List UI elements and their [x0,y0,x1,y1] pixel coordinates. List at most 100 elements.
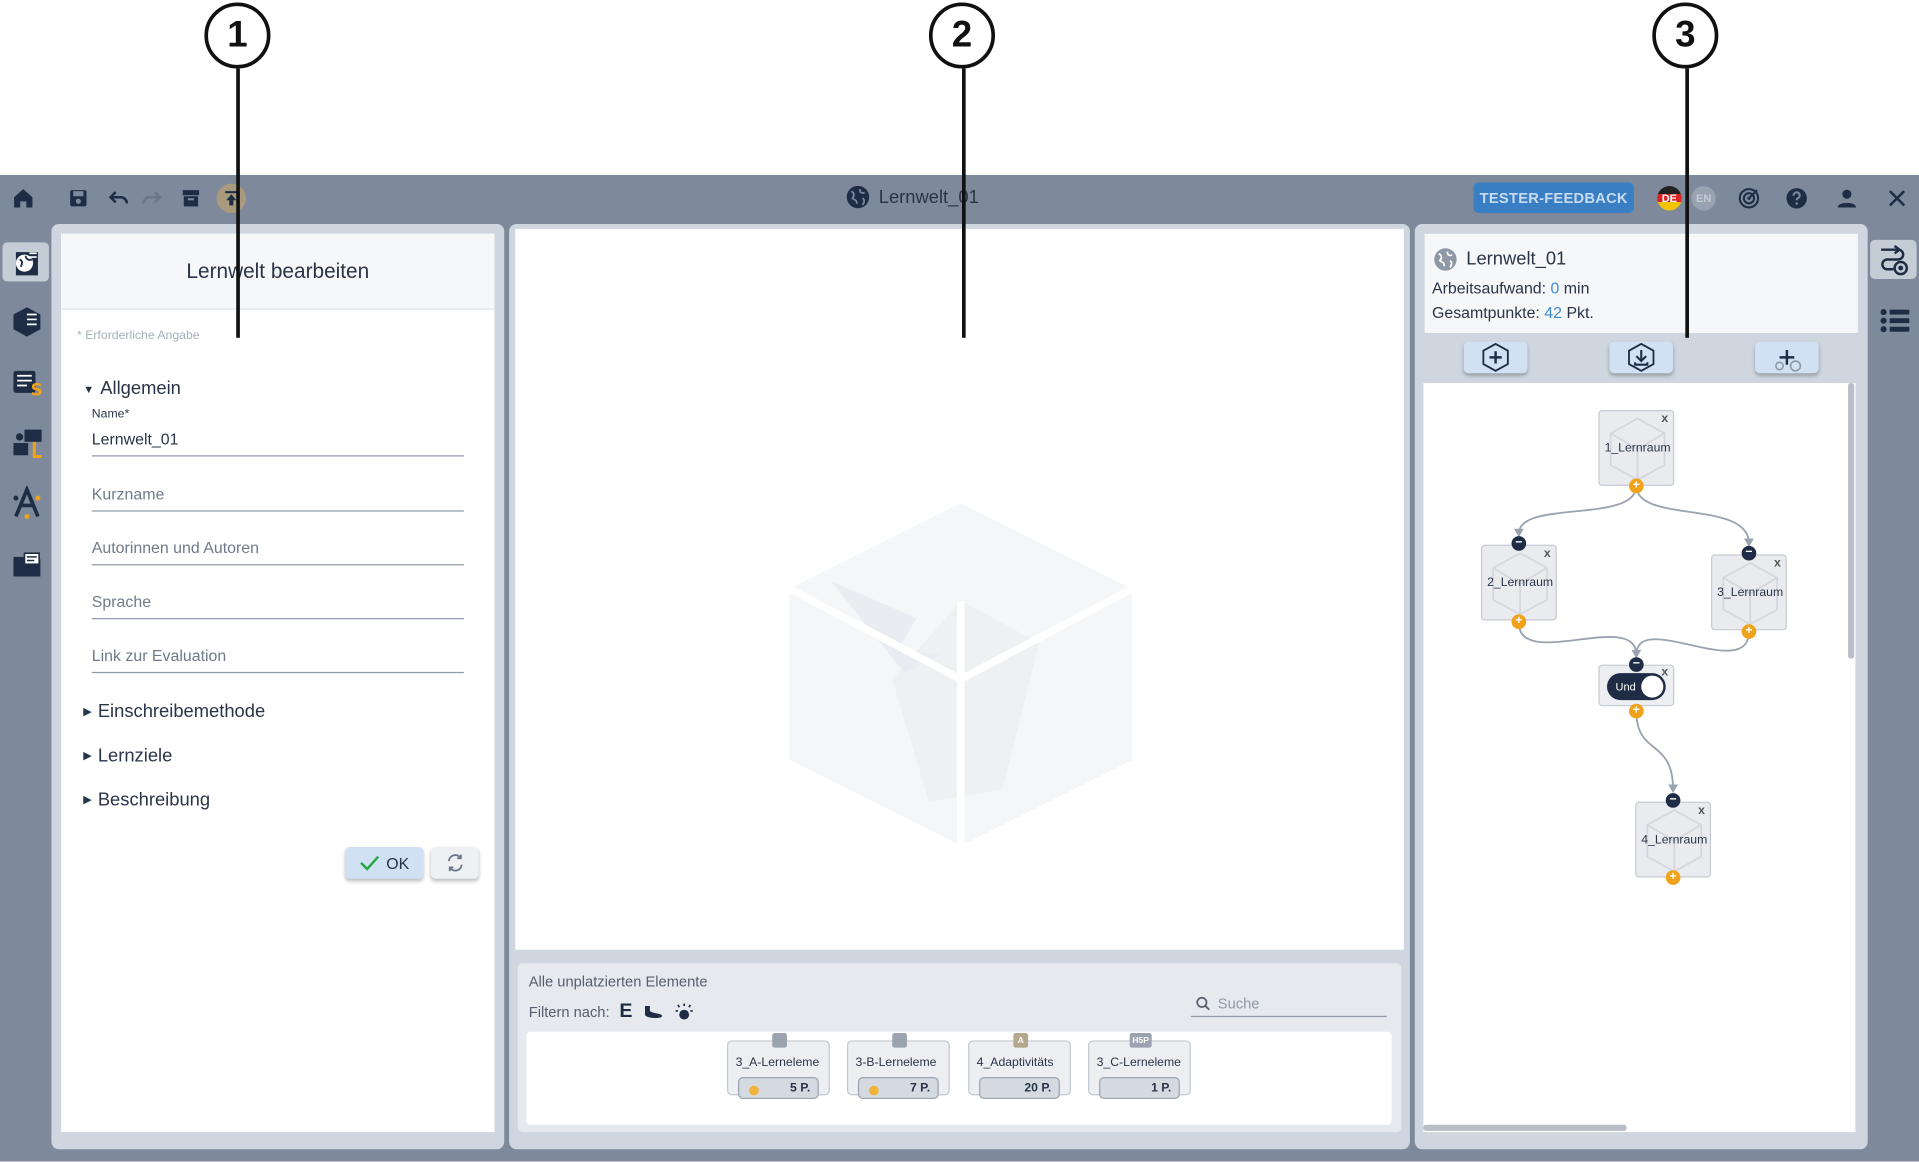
workload-value: 0 [1550,279,1560,298]
space-node-4[interactable]: x 4_Lernraum [1635,801,1712,878]
element-name: 4_Adaptivitäts [976,1056,1054,1070]
search-placeholder: Suche [1217,994,1260,1012]
unplaced-element-card[interactable]: H5P 3_C-Lerneleme 1 P. [1088,1032,1191,1100]
out-port-icon[interactable]: + [1665,870,1681,885]
shortname-field[interactable]: Kurzname [91,477,464,512]
import-space-button[interactable] [1609,341,1674,374]
list-icon[interactable] [1875,301,1914,340]
space-node-label: 3_Lernraum [1717,586,1784,600]
unplaced-element-card[interactable]: A 4_Adaptivitäts 20 P. [968,1032,1071,1100]
help-icon[interactable] [1783,185,1810,212]
undo-icon[interactable] [105,185,132,212]
reset-button[interactable] [430,846,479,879]
section-enrolment-label: Einschreibemethode [97,701,266,723]
remove-node-icon[interactable]: x [1698,804,1705,817]
section-goals[interactable]: ▶ Lernziele [83,745,172,766]
language-en-button[interactable]: EN [1691,186,1716,211]
watermark-logo-icon [787,503,1134,846]
import-icon [1628,342,1655,372]
workload-label: Arbeitsaufwand: [1431,279,1547,298]
language-field[interactable]: Sprache [91,585,464,620]
toggle-knob [1641,675,1664,698]
learning-path-graph[interactable]: x 1_Lernraum + x 2_Lernraum − + x 3_Lern… [1423,383,1856,1133]
filter-element-button[interactable]: E [619,1001,632,1023]
tester-feedback-button[interactable]: TESTER-FEEDBACK [1473,182,1634,213]
learning-path-icon[interactable] [7,423,46,462]
authoring-app: Lernwelt_01 TESTER-FEEDBACK DE EN S Lern… [0,175,1919,1162]
window-title: Lernwelt_01 [844,182,979,211]
add-condition-button[interactable] [1755,341,1819,374]
edit-world-panel: Lernwelt bearbeiten * Erforderliche Anga… [51,223,505,1150]
h5p-icon: H5P [1129,1032,1152,1048]
horizontal-scrollbar[interactable] [1423,1124,1627,1131]
in-port-icon[interactable]: − [1665,793,1681,808]
in-port-icon[interactable]: − [1511,536,1527,551]
out-port-icon[interactable]: + [1629,703,1644,719]
workload-line: Arbeitsaufwand: 0 min [1432,279,1589,297]
name-field[interactable]: Name* Lernwelt_01 [91,408,464,457]
screenshot-stage: 1 2 3 Lernwelt_01 TESTER-FEEDBACK DE EN … [0,0,1919,1162]
out-port-icon[interactable]: + [1511,614,1527,630]
path-settings-icon[interactable] [1870,239,1917,280]
archive-icon[interactable] [177,185,204,212]
ok-button[interactable]: OK [345,846,424,879]
close-icon[interactable] [1884,185,1911,212]
section-enrolment[interactable]: ▶ Einschreibemethode [83,701,265,722]
element-points-value: 5 P. [790,1081,811,1096]
unplaced-element-card[interactable]: 3-B-Lerneleme 7 P. [846,1032,950,1100]
ok-button-label: OK [386,853,410,873]
evaluation-link-field[interactable]: Link zur Evaluation [91,639,464,674]
language-de-button[interactable]: DE [1657,186,1682,211]
in-port-icon[interactable]: − [1741,545,1757,561]
world-canvas[interactable] [515,228,1404,950]
space-node-1[interactable]: x 1_Lernraum [1598,410,1675,486]
element-points-value: 7 P. [909,1081,931,1096]
remove-node-icon[interactable]: x [1544,547,1551,560]
element-points-value: 1 P. [1151,1081,1172,1096]
condition-toggle[interactable]: Und [1606,673,1666,701]
add-condition-icon [1775,350,1802,372]
unplaced-element-card[interactable]: 3_A-Lerneleme 5 P. [726,1032,830,1100]
remove-node-icon[interactable]: x [1661,412,1668,425]
remove-node-icon[interactable]: x [1774,557,1781,570]
element-name: 3_A-Lerneleme [735,1056,820,1070]
name-field-value: Lernwelt_01 [91,429,179,448]
authors-field[interactable]: Autorinnen und Autoren [91,531,464,566]
left-sidebar: S [0,220,51,1161]
vertical-scrollbar[interactable] [1848,383,1855,659]
element-icon[interactable]: S [7,362,46,401]
svg-text:S: S [31,380,43,399]
out-port-icon[interactable]: + [1741,624,1757,639]
evaluation-placeholder: Link zur Evaluation [91,646,227,665]
out-port-icon[interactable]: + [1629,478,1644,494]
upload-icon[interactable] [216,183,247,213]
in-port-icon[interactable]: − [1629,657,1644,672]
element-points: 7 P. [857,1077,939,1100]
edit-world-form: Lernwelt bearbeiten * Erforderliche Anga… [61,233,495,1133]
filter-adaptivity-icon[interactable] [674,1002,694,1022]
points-value: 42 [1544,303,1563,322]
section-general[interactable]: ▼ Allgemein [83,378,181,399]
home-icon[interactable] [10,185,37,212]
adaptivity-icon[interactable] [7,483,46,522]
section-description[interactable]: ▶ Beschreibung [83,789,210,810]
right-sidebar [1868,220,1919,1161]
workload-unit: min [1563,279,1590,298]
element-points-value: 20 P. [1024,1081,1052,1096]
filter-story-icon[interactable] [642,1004,664,1021]
folder-icon[interactable] [7,545,46,584]
user-icon[interactable] [1833,185,1860,212]
language-placeholder: Sprache [91,592,152,611]
add-space-icon [1482,342,1509,372]
save-icon[interactable] [65,185,92,212]
search-input[interactable]: Suche [1190,990,1387,1018]
target-icon[interactable] [1735,185,1762,212]
space-node-2[interactable]: x 2_Lernraum [1480,544,1557,621]
adaptivity-element-icon: A [1013,1032,1029,1048]
space-icon[interactable] [7,301,46,340]
add-space-button[interactable] [1463,341,1528,374]
world-edit-icon[interactable] [2,242,49,282]
redo-icon[interactable] [138,185,165,212]
callout-3: 3 [1652,2,1719,69]
space-node-3[interactable]: x 3_Lernraum [1711,554,1787,631]
